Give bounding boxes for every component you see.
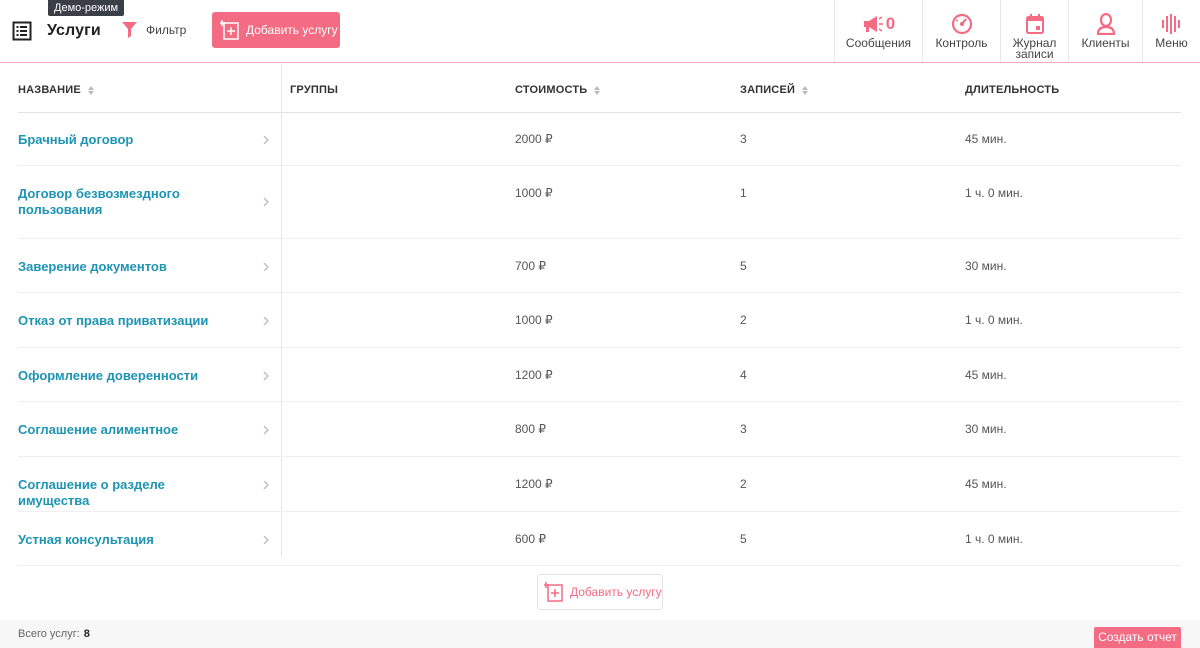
- column-header-groups: ГРУППЫ: [290, 84, 339, 96]
- nav-messages[interactable]: 0 Сообщения: [834, 0, 922, 62]
- records-cell: 4: [740, 368, 747, 382]
- column-header-duration: ДЛИТЕЛЬНОСТЬ: [965, 84, 1060, 96]
- duration-cell: 1 ч. 0 мин.: [965, 186, 1023, 200]
- add-service-bottom-label: Добавить услугу: [570, 585, 662, 599]
- create-report-button[interactable]: Создать отчет: [1094, 627, 1181, 648]
- price-cell: 1000 ₽: [515, 313, 553, 327]
- nav-menu[interactable]: Меню: [1142, 0, 1200, 62]
- total-label: Всего услуг:: [18, 628, 80, 640]
- chevron-right-icon: [263, 263, 269, 271]
- chevron-right-icon: [263, 136, 269, 144]
- service-name-link[interactable]: Отказ от права приватизации: [18, 313, 228, 329]
- records-cell: 2: [740, 477, 747, 491]
- page-title-group: Услуги: [12, 20, 101, 42]
- nav-control[interactable]: Контроль: [922, 0, 1000, 62]
- nav-journal-label: Журнал записи: [1012, 36, 1057, 61]
- column-header-records[interactable]: ЗАПИСЕЙ: [740, 84, 809, 96]
- service-name-link[interactable]: Договор безвозмездного пользования: [18, 186, 228, 218]
- add-document-icon: [544, 582, 563, 602]
- price-cell: 1000 ₽: [515, 186, 553, 200]
- sort-icon: [594, 85, 601, 95]
- sort-icon: [87, 85, 94, 95]
- price-cell: 700 ₽: [515, 259, 546, 273]
- price-cell: 1200 ₽: [515, 368, 553, 382]
- services-table: НАЗВАНИЕ ГРУППЫ СТОИМОСТЬ ЗАПИСЕЙ ДЛИТЕЛ…: [18, 64, 1181, 566]
- service-name-link[interactable]: Заверение документов: [18, 259, 228, 275]
- calendar-icon: [1025, 14, 1044, 34]
- megaphone-icon: [863, 16, 883, 32]
- footer-bar: Всего услуг: 8 Создать отчет: [0, 620, 1200, 648]
- records-cell: 3: [740, 132, 747, 146]
- chevron-right-icon: [263, 372, 269, 380]
- nav-messages-label: Сообщения: [845, 36, 912, 50]
- chevron-right-icon: [263, 481, 269, 489]
- price-cell: 600 ₽: [515, 532, 546, 546]
- demo-mode-badge: Демо-режим: [48, 0, 125, 16]
- table-row[interactable]: Отказ от права приватизации 1000 ₽ 2 1 ч…: [18, 293, 1181, 348]
- duration-cell: 1 ч. 0 мин.: [965, 313, 1023, 327]
- duration-cell: 45 мин.: [965, 477, 1007, 491]
- duration-cell: 45 мин.: [965, 368, 1007, 382]
- filter-label: Фильтр: [146, 23, 187, 37]
- speedometer-icon: [951, 13, 972, 35]
- chevron-right-icon: [263, 536, 269, 544]
- sort-icon: [802, 85, 809, 95]
- duration-cell: 45 мин.: [965, 132, 1007, 146]
- records-cell: 3: [740, 422, 747, 436]
- chevron-right-icon: [263, 198, 269, 206]
- price-cell: 800 ₽: [515, 422, 546, 436]
- duration-cell: 1 ч. 0 мин.: [965, 532, 1023, 546]
- table-row[interactable]: Заверение документов 700 ₽ 5 30 мин.: [18, 239, 1181, 293]
- records-cell: 5: [740, 259, 747, 273]
- add-service-label: Добавить услугу: [246, 23, 338, 37]
- table-row[interactable]: Соглашение алиментное 800 ₽ 3 30 мин.: [18, 402, 1181, 457]
- records-cell: 5: [740, 532, 747, 546]
- top-nav: 0 Сообщения Контроль Журнал записи Клиен…: [834, 0, 1200, 62]
- total-value: 8: [83, 628, 90, 640]
- filter-funnel-icon: [122, 22, 137, 38]
- table-row[interactable]: Брачный договор 2000 ₽ 3 45 мин.: [18, 113, 1181, 166]
- nav-clients-label: Клиенты: [1081, 36, 1130, 50]
- service-name-link[interactable]: Оформление доверенности: [18, 368, 228, 384]
- duration-cell: 30 мин.: [965, 422, 1007, 436]
- list-icon: [12, 21, 32, 41]
- total-services: Всего услуг: 8: [18, 628, 90, 640]
- price-cell: 1200 ₽: [515, 477, 553, 491]
- user-icon: [1096, 13, 1115, 35]
- chevron-right-icon: [263, 317, 269, 325]
- page-title: Услуги: [47, 22, 101, 39]
- filter-button[interactable]: Фильтр: [122, 22, 186, 38]
- table-row[interactable]: Договор безвозмездного пользования 1000 …: [18, 166, 1181, 239]
- messages-count: 0: [885, 14, 896, 33]
- top-header: Демо-режим Услуги Фильтр Добавить услугу: [0, 0, 1200, 63]
- service-name-link[interactable]: Устная консультация: [18, 532, 228, 548]
- add-service-bottom-button[interactable]: Добавить услугу: [537, 574, 663, 610]
- table-row[interactable]: Устная консультация 600 ₽ 5 1 ч. 0 мин.: [18, 512, 1181, 566]
- service-name-link[interactable]: Брачный договор: [18, 132, 228, 148]
- table-header: НАЗВАНИЕ ГРУППЫ СТОИМОСТЬ ЗАПИСЕЙ ДЛИТЕЛ…: [18, 64, 1181, 113]
- nav-control-label: Контроль: [935, 36, 988, 50]
- add-service-button[interactable]: Добавить услугу: [212, 12, 340, 48]
- column-header-name[interactable]: НАЗВАНИЕ: [18, 84, 94, 96]
- nav-clients[interactable]: Клиенты: [1068, 0, 1142, 62]
- chevron-right-icon: [263, 426, 269, 434]
- nav-journal[interactable]: Журнал записи: [1000, 0, 1068, 62]
- menu-bars-icon: [1161, 14, 1180, 34]
- duration-cell: 30 мин.: [965, 259, 1007, 273]
- add-document-icon: [220, 20, 239, 40]
- table-row[interactable]: Оформление доверенности 1200 ₽ 4 45 мин.: [18, 348, 1181, 402]
- price-cell: 2000 ₽: [515, 132, 553, 146]
- service-name-link[interactable]: Соглашение алиментное: [18, 422, 228, 438]
- records-cell: 2: [740, 313, 747, 327]
- column-header-price[interactable]: СТОИМОСТЬ: [515, 84, 601, 96]
- records-cell: 1: [740, 186, 747, 200]
- service-name-link[interactable]: Соглашение о разделе имущества: [18, 477, 228, 509]
- nav-menu-label: Меню: [1155, 36, 1188, 50]
- table-row[interactable]: Соглашение о разделе имущества 1200 ₽ 2 …: [18, 457, 1181, 512]
